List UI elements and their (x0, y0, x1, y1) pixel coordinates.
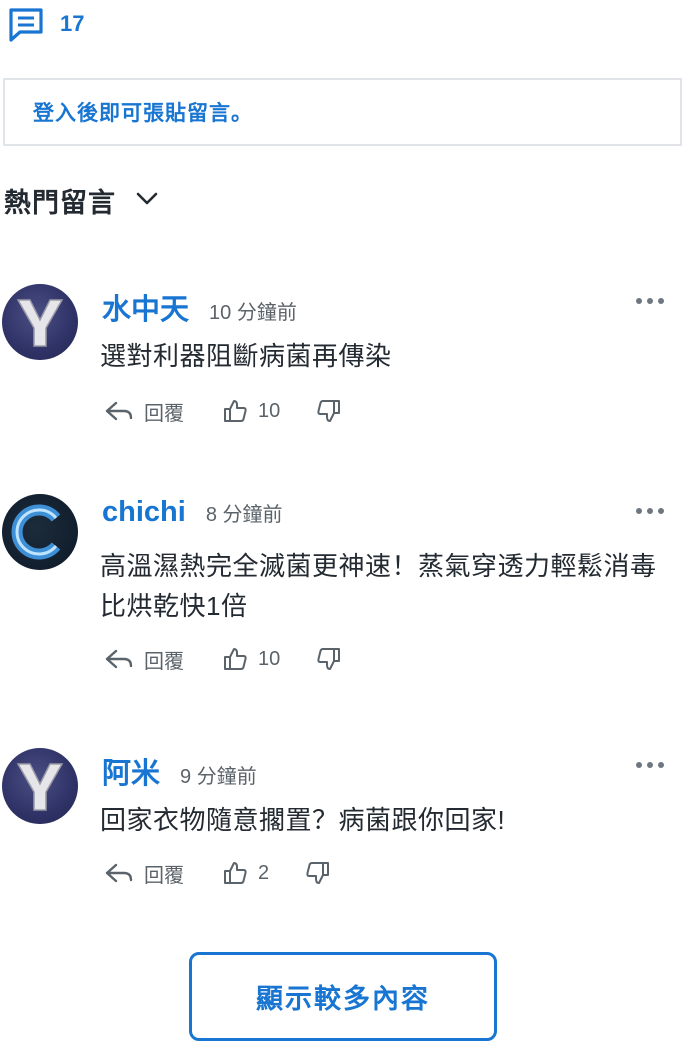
comment-text: 回家衣物隨意擱置？病菌跟你回家! (100, 805, 506, 835)
reply-icon (104, 861, 134, 885)
login-prompt-box[interactable]: 登入後即可張貼留言。 (3, 78, 682, 146)
reply-icon (104, 647, 134, 671)
comment-timestamp: 8 分鐘前 (205, 504, 283, 526)
like-button[interactable]: 10 (222, 398, 280, 424)
comment-timestamp: 10 分鐘前 (209, 302, 297, 324)
chevron-down-icon[interactable] (134, 188, 160, 213)
comment-header: chichi 8 分鐘前 (102, 496, 283, 529)
reply-button[interactable]: 回覆 (104, 397, 184, 426)
thumbs-down-icon (305, 860, 331, 886)
dislike-button[interactable] (305, 860, 331, 886)
more-options-icon[interactable] (636, 504, 666, 518)
comment-header: 水中天 10 分鐘前 (102, 286, 297, 328)
avatar[interactable] (2, 748, 78, 824)
thumbs-down-icon (316, 398, 342, 424)
show-more-button[interactable]: 顯示較多內容 (189, 952, 497, 1041)
comment-actions: 回覆 10 (104, 644, 342, 674)
thumbs-down-icon (316, 646, 342, 672)
comment-count-header: 17 (6, 4, 84, 44)
like-count: 10 (258, 399, 281, 422)
thumbs-up-icon (222, 860, 248, 886)
sort-selector[interactable]: 熱門留言 (4, 178, 160, 222)
like-count: 2 (258, 861, 270, 884)
reply-label: 回覆 (144, 650, 184, 673)
login-prompt-text[interactable]: 登入後即可張貼留言。 (33, 97, 253, 127)
thumbs-up-icon (222, 398, 248, 424)
comment-actions: 回覆 2 (104, 858, 331, 888)
reply-button[interactable]: 回覆 (104, 645, 184, 674)
more-options-icon[interactable] (636, 294, 666, 308)
comment-count: 17 (60, 11, 85, 36)
like-count: 10 (258, 647, 281, 670)
thumbs-up-icon (222, 646, 248, 672)
comment-author[interactable]: 阿米 (102, 750, 160, 792)
dislike-button[interactable] (316, 398, 342, 424)
avatar[interactable] (2, 494, 78, 570)
reply-button[interactable]: 回覆 (104, 859, 184, 888)
comment-actions: 回覆 10 (104, 396, 342, 426)
sort-label[interactable]: 熱門留言 (4, 181, 116, 220)
show-more-label[interactable]: 顯示較多內容 (256, 977, 430, 1016)
comment-icon (6, 4, 46, 44)
like-button[interactable]: 10 (222, 646, 280, 672)
reply-label: 回覆 (144, 864, 184, 887)
reply-icon (104, 399, 134, 423)
reply-label: 回覆 (144, 402, 184, 425)
avatar[interactable] (2, 284, 78, 360)
comment-author[interactable]: 水中天 (102, 286, 189, 328)
comment-author[interactable]: chichi (102, 496, 186, 529)
comment-text: 選對利器阻斷病菌再傳染 (100, 341, 392, 371)
more-options-icon[interactable] (636, 758, 666, 772)
comment-header: 阿米 9 分鐘前 (102, 750, 257, 792)
dislike-button[interactable] (316, 646, 342, 672)
comment-text: 高溫濕熱完全滅菌更神速！蒸氣穿透力輕鬆消毒比烘乾快1倍 (100, 551, 657, 621)
like-button[interactable]: 2 (222, 860, 269, 886)
comment-timestamp: 9 分鐘前 (180, 766, 257, 788)
